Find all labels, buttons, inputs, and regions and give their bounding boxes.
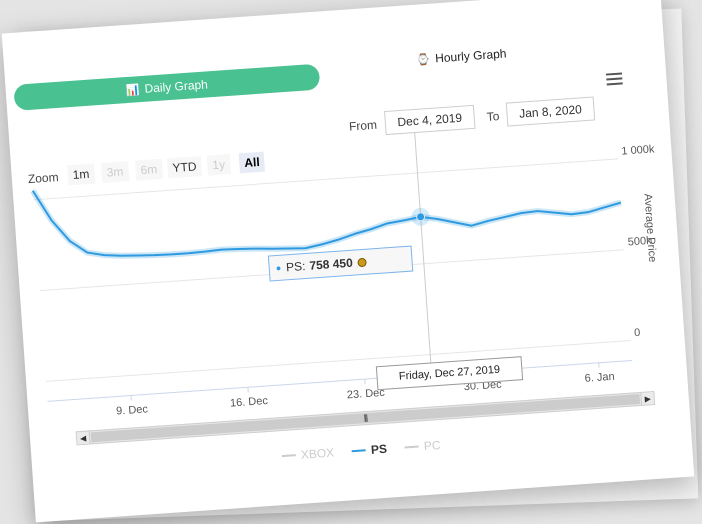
y-axis-title: Average Price: [641, 193, 658, 263]
series-ps-glow: [30, 189, 622, 259]
legend-line-icon: [351, 449, 367, 453]
x-axis-line: [47, 359, 633, 402]
tooltip-value: 758 450: [308, 255, 354, 273]
legend-item-ps[interactable]: PS: [351, 441, 388, 458]
crosshair-line: [414, 133, 433, 375]
chart-card: 📊 Daily Graph ⌚ Hourly Graph From Dec 4,…: [1, 0, 695, 523]
legend-line-icon: [404, 445, 419, 449]
grid-line: [46, 339, 631, 382]
legend-item-pc[interactable]: PC: [404, 438, 441, 454]
series-dot-icon: ●: [275, 262, 282, 274]
x-tick-label: 6. Jan: [584, 371, 615, 385]
legend-line-icon: [281, 454, 296, 458]
scroll-left-arrow-icon[interactable]: ◀: [76, 431, 91, 445]
x-tick-label: 9. Dec: [116, 403, 149, 417]
coin-icon: [357, 257, 367, 267]
legend-label: XBOX: [300, 445, 335, 462]
x-tick-label: 16. Dec: [230, 395, 269, 410]
y-tick-label: 0: [634, 327, 641, 339]
legend-label: PS: [370, 441, 388, 457]
legend-label: PC: [423, 438, 442, 454]
tooltip-series-name: PS:: [285, 259, 306, 275]
hover-halo: [411, 207, 430, 226]
scroll-right-arrow-icon[interactable]: ▶: [640, 392, 655, 405]
grid-line: [33, 158, 618, 201]
series-ps-line: [31, 190, 622, 257]
y-tick-label: 1 000k: [621, 143, 655, 157]
grip-icon: |||: [363, 413, 368, 423]
